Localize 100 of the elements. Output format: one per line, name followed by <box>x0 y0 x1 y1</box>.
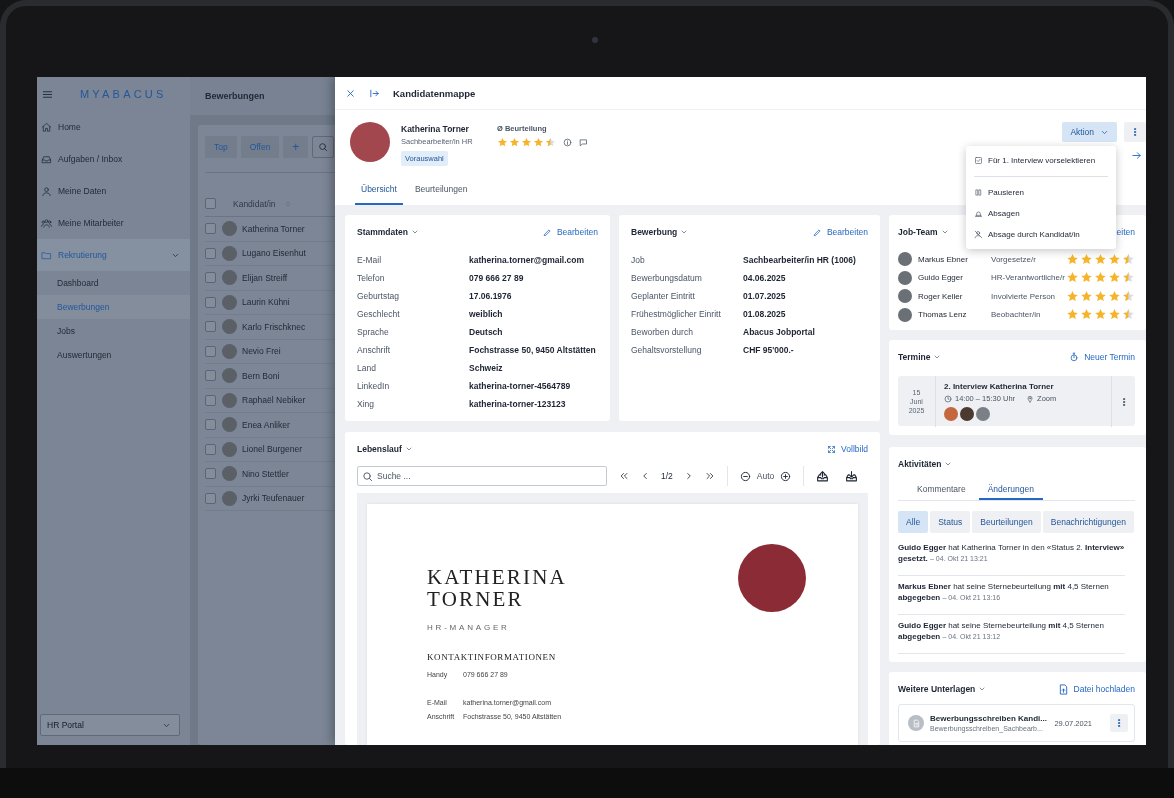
checkbox[interactable] <box>205 370 216 382</box>
portal-select[interactable]: HR Portal <box>40 714 180 736</box>
info-icon[interactable] <box>563 138 572 147</box>
action-button[interactable]: Aktion <box>1062 122 1117 142</box>
star-icon <box>533 137 544 148</box>
panel-title: Kandidatenmappe <box>393 87 476 99</box>
more-button[interactable] <box>1124 122 1146 142</box>
avatar <box>222 245 237 261</box>
more-button[interactable] <box>1110 714 1128 732</box>
checkbox[interactable] <box>205 345 216 357</box>
avatar <box>222 270 237 286</box>
chevron-icon[interactable] <box>404 445 413 453</box>
menu-item[interactable]: Pausieren <box>966 182 1116 203</box>
star-icon <box>1080 271 1093 285</box>
checkbox[interactable] <box>205 394 216 406</box>
star-icon <box>497 137 508 148</box>
field-value: Schweiz <box>469 363 504 373</box>
checkbox[interactable] <box>205 296 216 308</box>
candidate-name[interactable]: Lionel Burgener <box>242 444 302 455</box>
filter-button[interactable]: Status <box>930 511 971 533</box>
checkbox[interactable] <box>205 492 216 504</box>
candidate-name[interactable]: Raphaël Nebiker <box>242 395 306 406</box>
filter-button[interactable]: Benachrichtigungen <box>1042 511 1134 533</box>
checkbox[interactable] <box>205 247 216 259</box>
next-button[interactable] <box>1131 150 1142 161</box>
last-page-button[interactable] <box>704 471 715 481</box>
chevron-icon[interactable] <box>978 685 987 693</box>
field-label: Bewerbungsdatum <box>631 273 703 283</box>
comment-icon[interactable] <box>579 138 588 147</box>
checkbox[interactable] <box>205 272 216 284</box>
card-title: Bewerbung <box>631 227 678 237</box>
upload-button[interactable] <box>816 469 830 483</box>
card-title: Lebenslauf <box>357 444 402 454</box>
zoom-in-button[interactable] <box>780 470 792 482</box>
filter-button[interactable]: Beurteilungen <box>972 511 1041 533</box>
menu-item[interactable]: Absagen <box>966 203 1116 224</box>
card-action-link[interactable]: Bearbeiten <box>812 227 868 237</box>
previous-page-button[interactable] <box>640 471 650 481</box>
checkbox[interactable] <box>205 468 216 480</box>
card-action-link[interactable]: Bearbeiten <box>542 227 598 237</box>
checkbox[interactable] <box>205 223 216 235</box>
menu-item[interactable]: Für 1. Interview vorselektieren <box>966 150 1116 171</box>
sidebar-item[interactable]: Home <box>37 111 190 143</box>
checkbox[interactable] <box>205 198 216 209</box>
chevron-icon[interactable] <box>411 228 419 236</box>
chevron-icon[interactable] <box>944 460 953 468</box>
star-icon <box>1122 271 1135 285</box>
fullscreen-icon <box>827 444 837 454</box>
tab[interactable]: Änderungen <box>978 479 1043 500</box>
candidate-name[interactable]: Laurin Kühni <box>242 297 290 308</box>
sidebar-item[interactable]: Aufgaben / Inbox <box>37 143 190 175</box>
sidebar-subitem[interactable]: Bewerbungen <box>37 295 190 319</box>
tab[interactable]: Kommentare <box>908 479 975 500</box>
field-label: Geplanter Eintritt <box>631 291 696 301</box>
checkbox[interactable] <box>205 419 216 431</box>
chevron-icon[interactable] <box>940 228 949 236</box>
sidebar-item[interactable]: Rekrutierung <box>37 239 190 271</box>
sidebar-subitem[interactable]: Jobs <box>37 319 190 343</box>
card-title: Weitere Unterlagen <box>898 684 976 694</box>
candidate-name[interactable]: Enea Anliker <box>242 419 290 430</box>
star-icon <box>1122 308 1135 322</box>
candidate-name[interactable]: Lugano Eisenhut <box>242 248 306 259</box>
card-action-link[interactable]: Vollbild <box>827 444 868 454</box>
card-title: Stammdaten <box>357 227 408 237</box>
tab[interactable]: Beurteilungen <box>408 175 474 205</box>
sidebar-item[interactable]: Meine Mitarbeiter <box>37 207 190 239</box>
card-action-link[interactable]: Neuer Termin <box>1069 352 1135 362</box>
avatar <box>222 368 237 384</box>
first-page-button[interactable] <box>619 471 629 481</box>
star-icon <box>1066 289 1079 303</box>
candidate-name[interactable]: Elijan Streiff <box>242 272 288 283</box>
card-action-link[interactable]: Datei hochladen <box>1057 683 1135 695</box>
sidebar-subitem[interactable]: Dashboard <box>37 271 190 295</box>
search-field[interactable]: Suche ... <box>357 466 607 486</box>
search-button[interactable] <box>312 136 335 158</box>
checkbox[interactable] <box>205 321 216 333</box>
avatar <box>898 307 912 322</box>
card-action-link[interactable]: eiten <box>1116 227 1135 237</box>
download-button[interactable] <box>845 469 859 483</box>
card-title: Job-Team <box>898 227 938 237</box>
field-label: Job <box>631 255 646 265</box>
chevron-icon[interactable] <box>680 228 689 236</box>
candidate-name[interactable]: Katherina Torner <box>242 223 305 234</box>
sidebar-item[interactable]: Meine Daten <box>37 175 190 207</box>
chevron-icon[interactable] <box>933 353 942 361</box>
menu-item[interactable]: Absage durch Kandidat/in <box>966 224 1116 245</box>
candidate-name[interactable]: Bern Boni <box>242 370 280 381</box>
close-button[interactable] <box>345 87 356 99</box>
candidate-name[interactable]: Jyrki Teufenauer <box>242 493 305 504</box>
zoom-out-button[interactable] <box>739 470 751 482</box>
checkbox[interactable] <box>205 443 216 455</box>
candidate-name[interactable]: Nevio Frei <box>242 346 281 357</box>
candidate-name[interactable]: Nino Stettler <box>242 468 289 479</box>
filter-button[interactable]: Alle <box>898 511 929 533</box>
candidate-name[interactable]: Karlo Frischknec <box>242 321 306 332</box>
sidebar-subitem[interactable]: Auswertungen <box>37 343 190 367</box>
menu-icon[interactable] <box>42 88 53 100</box>
collapse-button[interactable] <box>369 87 380 99</box>
avatar <box>222 441 237 457</box>
field-label: Xing <box>357 399 375 409</box>
